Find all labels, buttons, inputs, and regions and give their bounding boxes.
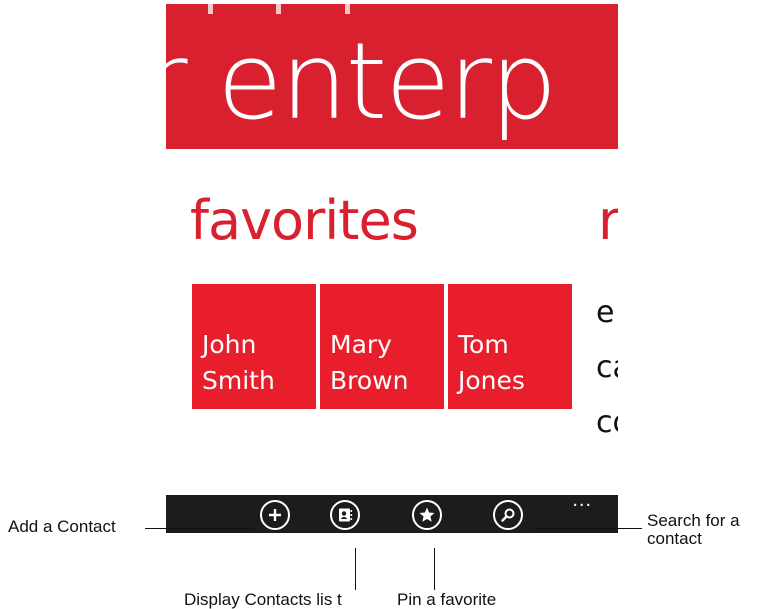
next-section-title: r <box>598 189 618 252</box>
hero-banner: r enterp <box>166 4 618 149</box>
tile-contact-name: John Smith <box>202 330 275 395</box>
callout-line-display-list <box>355 548 356 590</box>
callout-pin-favorite: Pin a favorite <box>397 590 497 609</box>
hero-top-marks <box>166 4 618 18</box>
tile-contact-name: Mary Brown <box>330 330 409 395</box>
more-options-button[interactable]: ... <box>572 489 592 512</box>
star-icon <box>419 507 435 522</box>
search-icon <box>501 508 515 522</box>
callout-search-contact: Search for a contact <box>647 511 740 548</box>
callout-line-search-contact <box>535 528 642 529</box>
hero-title: r enterp <box>166 20 557 143</box>
callout-add-contact: Add a Contact <box>8 517 116 536</box>
callout-line-add-contact <box>145 528 255 529</box>
add-contact-button[interactable] <box>260 500 290 530</box>
favorites-title: favorites <box>190 189 419 252</box>
side-list-item[interactable]: e <box>596 295 614 331</box>
tile-contact-name: Tom Jones <box>458 330 525 395</box>
side-list-item[interactable]: co <box>596 405 618 441</box>
favorite-tile-tom-jones[interactable]: Tom Jones <box>448 284 572 409</box>
contacts-list-button[interactable] <box>330 500 360 530</box>
callout-display-list: Display Contacts lis t <box>184 590 342 609</box>
side-list-item[interactable]: ca <box>596 350 618 386</box>
callout-line-pin-favorite <box>434 548 435 590</box>
search-contact-button[interactable] <box>493 500 523 530</box>
phone-screen: r enterp favorites r John Smith Mary Bro… <box>166 4 618 533</box>
favorite-tile-mary-brown[interactable]: Mary Brown <box>320 284 444 409</box>
pin-favorite-button[interactable] <box>412 500 442 530</box>
contacts-list-icon <box>339 508 353 522</box>
favorite-tile-john-smith[interactable]: John Smith <box>192 284 316 409</box>
plus-icon <box>269 509 281 521</box>
